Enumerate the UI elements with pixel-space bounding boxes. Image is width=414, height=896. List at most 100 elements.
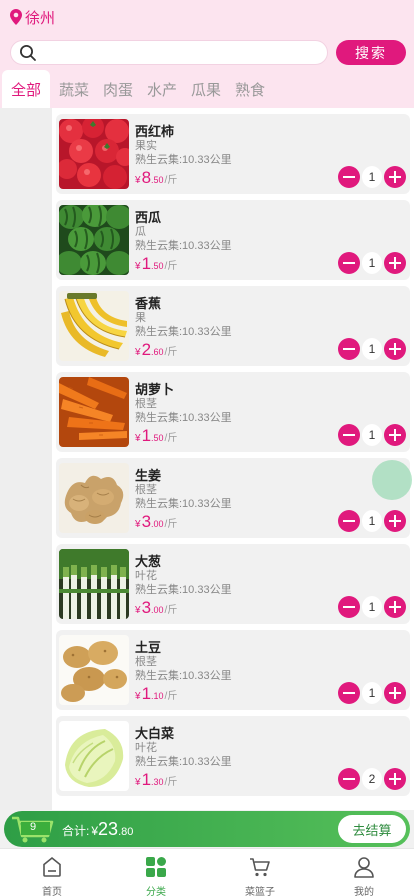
price-unit: /斤	[164, 347, 178, 358]
price-currency: ¥	[135, 347, 141, 358]
location-city: 徐州	[25, 9, 56, 27]
increase-quantity-button[interactable]	[384, 768, 406, 790]
price-integer: 2	[141, 340, 152, 359]
product-price: ¥1.50/斤	[135, 426, 177, 446]
price-decimal: .00	[151, 519, 164, 529]
increase-quantity-button[interactable]	[384, 166, 406, 188]
product-card[interactable]: 大葱 叶花 熟生云集:10.33公里 ¥3.00/斤 1	[56, 544, 410, 624]
increase-quantity-button[interactable]	[384, 682, 406, 704]
quantity-stepper: 2	[338, 768, 408, 790]
price-currency: ¥	[135, 691, 141, 702]
decrease-quantity-button[interactable]	[338, 768, 360, 790]
price-currency: ¥	[135, 261, 141, 272]
product-image-cabbage	[59, 721, 129, 791]
quantity-value: 1	[362, 252, 382, 274]
price-currency: ¥	[135, 777, 141, 788]
price-decimal: .00	[151, 605, 164, 615]
price-decimal: .60	[151, 347, 164, 357]
quantity-value: 2	[362, 768, 382, 790]
tab-fruits[interactable]: 瓜果	[184, 70, 228, 108]
decrease-quantity-button[interactable]	[338, 166, 360, 188]
total-integer: 23	[98, 819, 119, 839]
cart-summary-bar: 9 合计: ¥23.80 去结算	[4, 811, 410, 847]
basket-icon	[250, 858, 270, 877]
quantity-value: 1	[362, 596, 382, 618]
product-card[interactable]: 大白菜 叶花 熟生云集:10.33公里 ¥1.30/斤 2	[56, 716, 410, 796]
location-selector[interactable]: 徐州	[10, 6, 55, 28]
increase-quantity-button[interactable]	[384, 252, 406, 274]
quantity-stepper: 1	[338, 166, 408, 188]
search-button[interactable]: 搜索	[336, 40, 406, 65]
quantity-value: 1	[362, 424, 382, 446]
tab-deli[interactable]: 熟食	[228, 70, 272, 108]
price-integer: 8	[141, 168, 152, 187]
product-price: ¥1.30/斤	[135, 770, 177, 790]
nav-item-category[interactable]: 分类	[104, 849, 208, 896]
decrease-quantity-button[interactable]	[338, 510, 360, 532]
product-card[interactable]: 生姜 根茎 熟生云集:10.33公里 ¥3.00/斤 1	[56, 458, 410, 538]
price-integer: 1	[141, 426, 152, 445]
price-integer: 3	[141, 512, 152, 531]
nav-item-basket[interactable]: 菜篮子	[208, 849, 312, 896]
checkout-button[interactable]: 去结算	[338, 815, 406, 843]
price-decimal: .50	[151, 261, 164, 271]
product-price: ¥1.50/斤	[135, 254, 177, 274]
product-list[interactable]: 西红柿 果实 熟生云集:10.33公里 ¥8.50/斤 1 西瓜 瓜 熟生云集:…	[52, 108, 414, 810]
header: 徐州 搜索 全部 蔬菜 肉蛋 水产 瓜果 熟食	[0, 0, 414, 108]
product-image-banana	[59, 291, 129, 361]
quantity-stepper: 1	[338, 252, 408, 274]
price-unit: /斤	[164, 777, 178, 788]
search-icon	[20, 45, 36, 61]
price-unit: /斤	[164, 605, 178, 616]
price-decimal: .50	[151, 175, 164, 185]
product-card[interactable]: 胡萝卜 根茎 熟生云集:10.33公里 ¥1.50/斤 1	[56, 372, 410, 452]
product-price: ¥8.50/斤	[135, 168, 177, 188]
price-currency: ¥	[135, 519, 141, 530]
price-integer: 1	[141, 770, 152, 789]
increase-quantity-button[interactable]	[384, 424, 406, 446]
product-card[interactable]: 西红柿 果实 熟生云集:10.33公里 ¥8.50/斤 1	[56, 114, 410, 194]
product-distance: 熟生云集:10.33公里	[135, 756, 232, 768]
decrease-quantity-button[interactable]	[338, 252, 360, 274]
decrease-quantity-button[interactable]	[338, 596, 360, 618]
nav-label: 首页	[42, 887, 62, 896]
product-image-watermelon	[59, 205, 129, 275]
floating-assistive-button[interactable]	[372, 460, 412, 500]
decrease-quantity-button[interactable]	[338, 682, 360, 704]
decrease-quantity-button[interactable]	[338, 424, 360, 446]
price-integer: 1	[141, 254, 152, 273]
tab-meat-eggs[interactable]: 肉蛋	[96, 70, 140, 108]
user-icon	[354, 857, 374, 878]
price-decimal: .50	[151, 433, 164, 443]
decrease-quantity-button[interactable]	[338, 338, 360, 360]
quantity-stepper: 1	[338, 596, 408, 618]
increase-quantity-button[interactable]	[384, 510, 406, 532]
tab-vegetables[interactable]: 蔬菜	[52, 70, 96, 108]
side-panel	[0, 108, 52, 810]
increase-quantity-button[interactable]	[384, 338, 406, 360]
nav-label: 分类	[146, 887, 166, 896]
home-icon	[43, 856, 61, 877]
product-distance: 熟生云集:10.33公里	[135, 326, 232, 338]
product-distance: 熟生云集:10.33公里	[135, 412, 232, 424]
product-card[interactable]: 土豆 根茎 熟生云集:10.33公里 ¥1.10/斤 1	[56, 630, 410, 710]
quantity-stepper: 1	[338, 338, 408, 360]
product-image-scallion	[59, 549, 129, 619]
nav-item-profile[interactable]: 我的	[312, 849, 414, 896]
product-card[interactable]: 西瓜 瓜 熟生云集:10.33公里 ¥1.50/斤 1	[56, 200, 410, 280]
price-integer: 3	[141, 598, 152, 617]
nav-item-home[interactable]: 首页	[0, 849, 104, 896]
price-currency: ¥	[135, 433, 141, 444]
product-image-ginger	[59, 463, 129, 533]
product-card[interactable]: 香蕉 果 熟生云集:10.33公里 ¥2.60/斤 1	[56, 286, 410, 366]
tab-all[interactable]: 全部	[2, 70, 50, 108]
quantity-stepper: 1	[338, 424, 408, 446]
search-input[interactable]	[43, 43, 319, 62]
total-currency: ¥	[91, 824, 99, 838]
product-distance: 熟生云集:10.33公里	[135, 154, 232, 166]
product-distance: 熟生云集:10.33公里	[135, 240, 232, 252]
product-price: ¥3.00/斤	[135, 512, 177, 532]
increase-quantity-button[interactable]	[384, 596, 406, 618]
price-integer: 1	[141, 684, 152, 703]
tab-seafood[interactable]: 水产	[140, 70, 184, 108]
